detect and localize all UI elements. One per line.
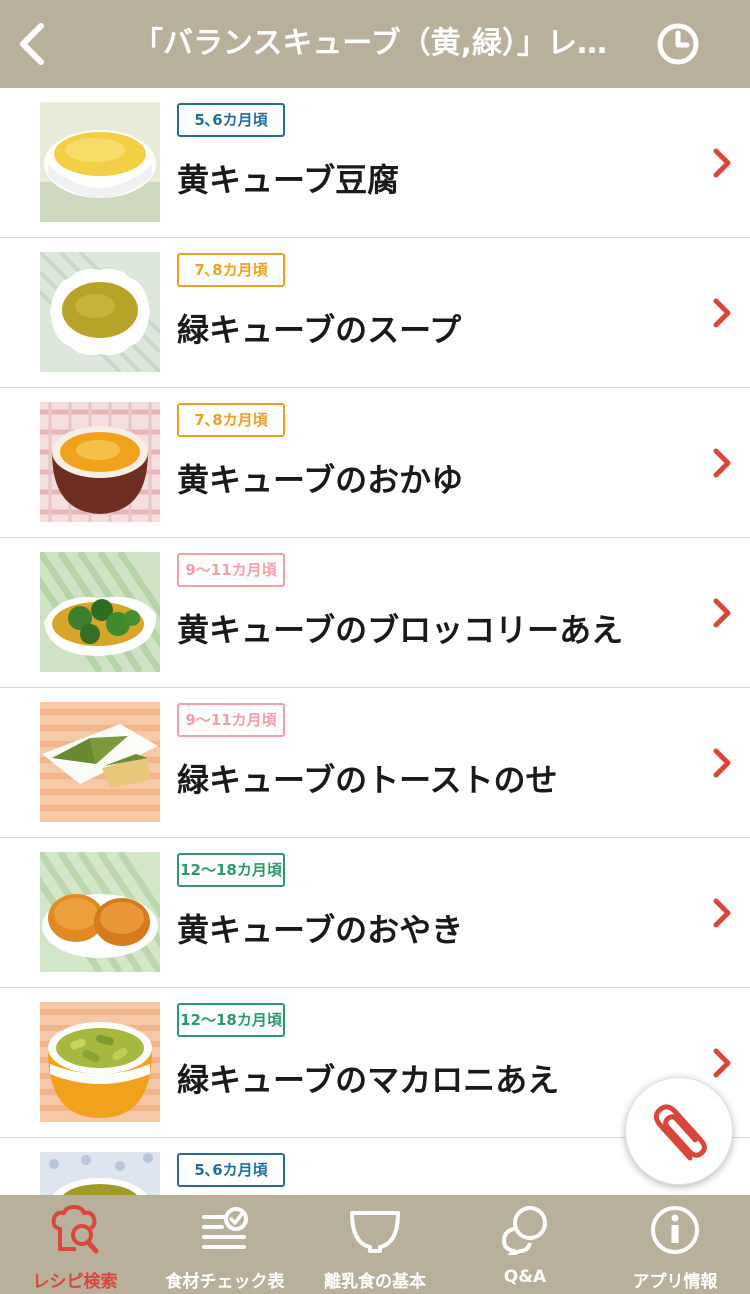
tab-label: Q&A (503, 1267, 547, 1287)
oyaki-photo (40, 852, 160, 972)
recipe-name: 黄キューブのおやき (177, 911, 464, 949)
recipe-name: 黄キューブのブロッコリーあえ (177, 611, 624, 649)
clip-button[interactable] (625, 1077, 733, 1185)
ingredient-check-icon (202, 1207, 248, 1249)
age-badge: 5､6カ月頃 (177, 103, 285, 137)
recipe-row[interactable]: 9～11カ月頃 緑キューブのトーストのせ (0, 688, 750, 838)
clock-icon (657, 23, 699, 65)
recipe-list: 5､6カ月頃 黄キューブ豆腐 7､8カ月頃 緑キューブのスープ 7､8カ月頃 黄… (0, 88, 750, 1195)
chevron-right-icon (713, 898, 731, 928)
yellow-tofu-photo (40, 102, 160, 222)
info-icon (651, 1206, 699, 1254)
chevron-left-icon (20, 23, 44, 65)
tab-qa[interactable]: Q&A (450, 1195, 600, 1294)
age-badge: 9～11カ月頃 (177, 703, 285, 737)
tab-bar: レシピ検索 食材チェック表 離乳食の基本 Q&A アプリ情報 (0, 1195, 750, 1294)
recipe-search-icon (51, 1205, 99, 1254)
tab-recipe-search[interactable]: レシピ検索 (0, 1195, 150, 1294)
recipe-name: 黄キューブ豆腐 (177, 161, 400, 199)
history-button[interactable] (656, 22, 700, 66)
recipe-name: 緑キューブのスープ (177, 311, 462, 349)
recipe-row[interactable]: 7､8カ月頃 緑キューブのスープ (0, 238, 750, 388)
recipe-name: 緑キューブのマカロニあえ (177, 1061, 560, 1099)
tab-label: 食材チェック表 (165, 1272, 285, 1292)
recipe-row[interactable]: 9～11カ月頃 黄キューブのブロッコリーあえ (0, 538, 750, 688)
chevron-right-icon (713, 448, 731, 478)
green-soup-cup-photo (40, 1152, 160, 1195)
chevron-right-icon (713, 748, 731, 778)
age-badge: 7､8カ月頃 (177, 403, 285, 437)
age-badge: 12～18カ月頃 (177, 1003, 285, 1037)
tab-label: レシピ検索 (32, 1272, 118, 1292)
paperclip-icon (653, 1104, 707, 1161)
page-title: 「バランスキューブ（黄,緑）」レ… (133, 26, 607, 61)
chevron-right-icon (713, 148, 731, 178)
tab-ingredient-check[interactable]: 食材チェック表 (150, 1195, 300, 1294)
tab-label: アプリ情報 (632, 1272, 718, 1292)
broccoli-dish-photo (40, 552, 160, 672)
recipe-row[interactable]: 12～18カ月頃 黄キューブのおやき (0, 838, 750, 988)
macaroni-photo (40, 1002, 160, 1122)
yellow-porridge-photo (40, 402, 160, 522)
age-badge: 7､8カ月頃 (177, 253, 285, 287)
chevron-right-icon (713, 298, 731, 328)
recipe-name: 緑キューブのトーストのせ (177, 761, 558, 799)
green-soup-photo (40, 252, 160, 372)
tab-basics[interactable]: 離乳食の基本 (300, 1195, 450, 1294)
qa-bubbles-icon (502, 1206, 547, 1255)
age-badge: 5､6カ月頃 (177, 1153, 285, 1187)
recipe-name: 黄キューブのおかゆ (177, 461, 464, 499)
chevron-right-icon (713, 1048, 731, 1078)
tab-app-info[interactable]: アプリ情報 (600, 1195, 750, 1294)
app-screen: 「バランスキューブ（黄,緑）」レ… 5､6カ月頃 黄キューブ豆腐 7､8カ月頃 … (0, 0, 750, 1294)
back-button[interactable] (12, 20, 52, 68)
age-badge: 12～18カ月頃 (177, 853, 285, 887)
green-toast-photo (40, 702, 160, 822)
tab-label: 離乳食の基本 (324, 1272, 426, 1292)
nav-header: 「バランスキューブ（黄,緑）」レ… (0, 0, 750, 88)
age-badge: 9～11カ月頃 (177, 553, 285, 587)
chevron-right-icon (713, 598, 731, 628)
recipe-row[interactable]: 7､8カ月頃 黄キューブのおかゆ (0, 388, 750, 538)
bowl-icon (350, 1211, 400, 1253)
recipe-row[interactable]: 5､6カ月頃 黄キューブ豆腐 (0, 88, 750, 238)
